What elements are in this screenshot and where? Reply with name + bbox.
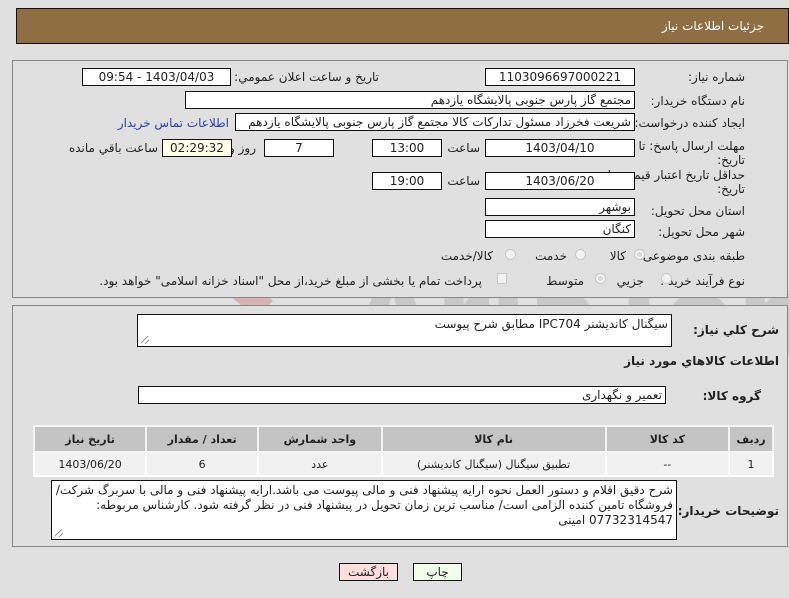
category-radio-both[interactable] [505,249,516,260]
cell-unit: عدد [257,451,383,477]
page-header: جزئيات اطلاعات نياز [16,8,789,44]
category-radio-service[interactable] [575,249,586,260]
treasury-checkbox[interactable] [497,273,507,284]
cell-need-date: 1403/06/20 [32,451,148,477]
delivery-city-field: کنگان [485,220,635,238]
purchase-radio-minor[interactable] [661,273,672,284]
description-text: سیگنال کاندیشنر IPC704 مطابق شرح پیوست [434,317,668,331]
delivery-province-label: استان محل تحويل: [650,204,745,218]
buyer-notes-textarea[interactable]: شرح دقیق اقلام و دستور العمل نحوه ارایه … [51,480,677,540]
treasury-checkbox-label: پرداخت تمام يا بخشی از مبلغ خريد،از محل … [99,274,482,288]
buyer-contact-link[interactable]: اطلاعات تماس خريدار [118,116,229,130]
goods-table: رديف كد كالا نام كالا واحد شمارش تعداد /… [32,425,774,477]
purchase-radio-medium[interactable] [595,273,606,284]
col-need-date: تاريخ نياز [32,425,148,453]
table-row: 1 -- تطبیق سیگنال (سیگنال کاندیشنر) عدد … [32,451,774,477]
reply-deadline-date: 1403/04/10 [485,139,635,157]
remaining-days: 7 [264,139,334,157]
delivery-city-label: شهر محل تحويل: [658,225,745,239]
col-goods-code: كد كالا [604,425,731,453]
price-time-label: ساعت [447,174,480,188]
purchase-option-minor: جزيي [616,274,644,288]
requester-field: شریعت فخرزاد مسئول تداركات كالا مجتمع گا… [235,113,635,131]
goods-section-title: اطلاعات كالاهاي مورد نياز [624,354,779,368]
delivery-province-field: بوشهر [485,198,635,216]
reply-deadline-label: مهلت ارسال پاسخ: تا [638,139,745,153]
buyer-org-field: مجتمع گاز پارس جنوبی پالایشگاه یازدهم [185,91,635,109]
category-label: طبقه بندی موضوعی: [638,249,745,263]
purchase-option-medium: متوسط [546,274,584,288]
cell-goods-code: -- [604,451,731,477]
category-option-both: كالا/خدمت [440,249,493,263]
category-option-service: خدمت [535,249,567,263]
resize-grip-icon[interactable] [141,336,149,344]
goods-group-label: گروه كالا: [702,389,761,403]
reply-deadline-time: 13:00 [372,139,442,157]
category-radio-goods[interactable] [634,249,645,260]
buyer-org-label: نام دستگاه خريدار: [650,94,746,108]
col-unit: واحد شمارش [257,425,383,453]
announce-datetime-field: 1403/04/03 - 09:54 [82,68,231,86]
purchase-type-label: نوع فرآيند خريد : [660,274,745,288]
goods-group-field: تعمیر و نگهداری [138,386,666,404]
print-button[interactable]: چاپ [413,563,462,581]
col-quantity: تعداد / مقدار [145,425,260,453]
buyer-notes-text: شرح دقیق اقلام و دستور العمل نحوه ارایه … [55,483,673,527]
description-textarea[interactable]: سیگنال کاندیشنر IPC704 مطابق شرح پیوست [137,314,672,347]
remaining-time: 02:29:32 [162,139,232,157]
col-goods-name: نام كالا [380,425,607,453]
price-validity-label-2: تاريخ: [717,182,745,196]
need-number-field: 1103096697000221 [485,68,635,86]
reply-time-label: ساعت [447,141,480,155]
description-label: شرح كلي نياز: [693,323,779,337]
need-number-label: شماره نياز: [688,70,745,84]
days-label: روز و [229,141,256,155]
category-option-goods: كالا [609,249,626,263]
requester-label: ايجاد كننده درخواست: [634,116,745,130]
goods-table-header: رديف كد كالا نام كالا واحد شمارش تعداد /… [32,425,774,453]
cell-quantity: 6 [145,451,260,477]
cell-goods-name: تطبیق سیگنال (سیگنال کاندیشنر) [380,451,607,477]
resize-grip-icon[interactable] [55,529,63,537]
reply-deadline-label-2: تاريخ: [717,153,745,167]
remaining-label: ساعت باقي مانده [68,141,158,155]
price-validity-date: 1403/06/20 [485,172,635,190]
buyer-notes-label: توضيحات خريدار: [677,504,779,518]
col-row-number: رديف [728,425,774,453]
back-button[interactable]: بازگشت [339,563,398,581]
price-validity-time: 19:00 [372,172,442,190]
announce-datetime-label: تاريخ و ساعت اعلان عمومي: [234,70,379,84]
page-title: جزئيات اطلاعات نياز [661,19,764,33]
cell-row-number: 1 [728,451,774,477]
